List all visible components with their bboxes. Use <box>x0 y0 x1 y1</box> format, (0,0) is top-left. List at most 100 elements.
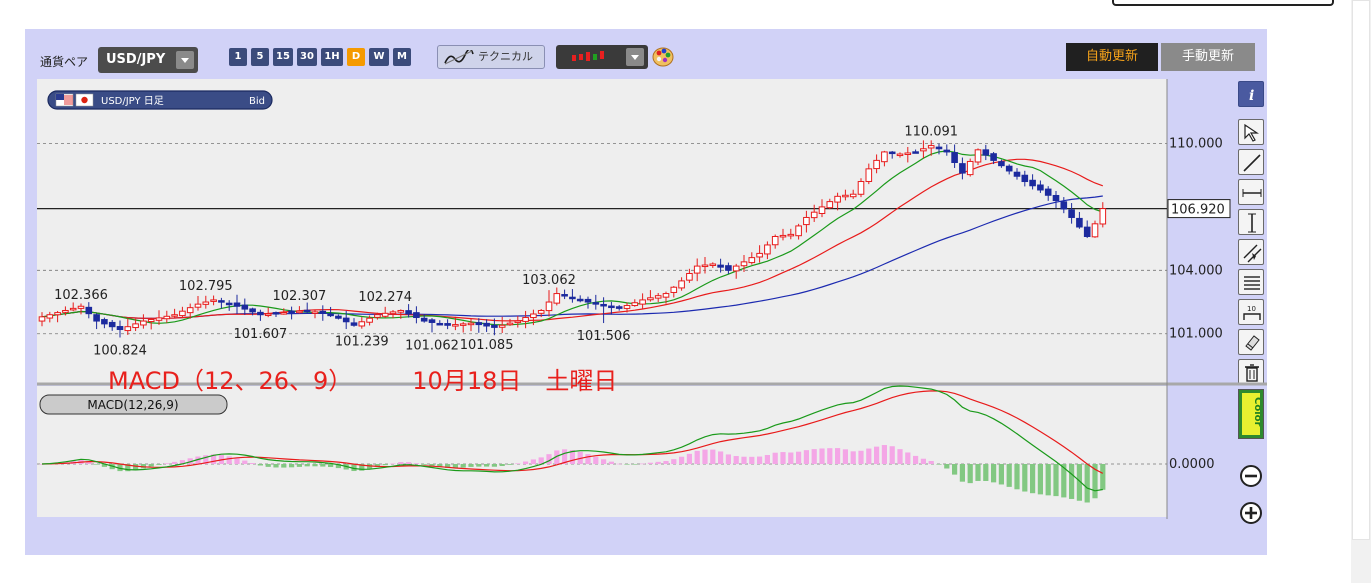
macd-histogram-bar <box>1045 464 1051 496</box>
macd-histogram-bar <box>749 456 755 464</box>
macd-histogram-bar <box>156 464 162 465</box>
candle-body <box>132 323 139 329</box>
timeframe-button-1h[interactable]: 1H <box>321 48 343 66</box>
price-annotation-label: 100.824 <box>93 343 147 358</box>
jp-flag-icon-sun <box>81 96 88 104</box>
timeframe-button-1[interactable]: 1 <box>229 48 247 66</box>
candle-body <box>584 298 592 303</box>
timeframe-button-w[interactable]: W <box>369 48 389 66</box>
technical-label: テクニカル <box>478 50 533 63</box>
candle-body <box>990 153 997 161</box>
macd-histogram-bar <box>1037 464 1043 495</box>
date-tick-label: 09/10 <box>817 523 854 524</box>
timeframe-button-5[interactable]: 5 <box>251 48 269 66</box>
candle-body <box>85 306 93 315</box>
candle-body <box>163 315 171 320</box>
candle-body <box>943 149 951 153</box>
date-tick-label: 07/22 <box>503 523 540 524</box>
chart-type-select[interactable] <box>556 45 648 69</box>
macd-histogram-bar <box>1100 464 1106 490</box>
macd-histogram-bar <box>296 464 302 467</box>
candle-body <box>623 305 631 309</box>
date-tick-label: 09/23 <box>896 523 933 524</box>
candle-body <box>795 225 802 237</box>
macd-histogram-bar <box>265 464 271 467</box>
candle-body <box>389 311 397 315</box>
candle-body <box>249 308 256 313</box>
price-badge-symbol: USD/JPY 日足 <box>101 95 164 107</box>
macd-histogram-bar <box>148 464 154 467</box>
date-tick-label: 06/26 <box>346 523 383 524</box>
candle-body <box>140 320 147 326</box>
candle-body <box>592 302 600 305</box>
candle-body <box>93 314 100 322</box>
pair-select[interactable]: USD/JPY <box>98 47 198 73</box>
scrollbar-thumb[interactable] <box>1352 0 1370 540</box>
pair-value: USD/JPY <box>106 52 166 67</box>
candle-body <box>1099 208 1107 225</box>
candle-body <box>342 317 350 323</box>
candle-body <box>1060 201 1068 210</box>
technical-button[interactable]: テクニカル <box>437 45 545 69</box>
macd-histogram-bar <box>905 452 911 464</box>
macd-histogram-bar <box>866 448 872 464</box>
macd-histogram-bar <box>624 464 630 465</box>
candle-body <box>935 146 943 150</box>
candle-body <box>709 263 717 266</box>
zoom-in-icon[interactable] <box>1239 501 1263 525</box>
candle-body <box>756 252 763 258</box>
price-annotation-label: 101.062 <box>405 338 459 353</box>
price-annotation-label: 101.506 <box>577 329 631 344</box>
candle-body <box>1083 226 1091 237</box>
macd-histogram-bar <box>889 446 895 464</box>
timeframe-button-15[interactable]: 15 <box>273 48 293 66</box>
candle-body <box>873 159 880 170</box>
candle-body <box>803 216 810 226</box>
macd-histogram-bar <box>897 449 903 464</box>
candle-body <box>210 299 217 302</box>
top-button[interactable] <box>1112 0 1334 6</box>
candle-body <box>771 235 779 246</box>
candle-body <box>1068 209 1075 218</box>
timeframe-button-30[interactable]: 30 <box>297 48 317 66</box>
macd-histogram-bar <box>499 464 505 467</box>
macd-histogram-bar <box>507 464 513 465</box>
chevron-down-icon <box>626 48 644 66</box>
macd-histogram-bar <box>616 463 622 465</box>
candle-body <box>865 168 873 182</box>
candle-body <box>327 313 334 317</box>
macd-histogram-bar <box>764 454 770 464</box>
macd-histogram-bar <box>881 445 887 464</box>
macd-histogram-bar <box>741 456 747 464</box>
price-annotation-label: 102.366 <box>54 288 108 303</box>
macd-histogram-bar <box>468 464 474 467</box>
auto-update-button[interactable]: 自動更新 <box>1066 43 1158 71</box>
macd-histogram-bar <box>172 461 178 464</box>
macd-histogram-bar <box>710 449 716 464</box>
candle-body <box>296 310 303 314</box>
macd-histogram-bar <box>671 459 677 464</box>
zoom-out-icon[interactable] <box>1239 464 1263 488</box>
candle-body <box>810 211 818 219</box>
timeframe-button-d[interactable]: D <box>347 48 365 66</box>
macd-histogram-bar <box>702 449 708 464</box>
candle-body <box>959 163 966 174</box>
macd-histogram-bar <box>788 452 794 464</box>
candle <box>974 148 982 165</box>
macd-histogram-bar <box>273 464 279 468</box>
candle-body <box>1013 171 1021 177</box>
timeframe-button-m[interactable]: M <box>393 48 411 66</box>
macd-histogram-bar <box>1053 464 1059 497</box>
candle-body <box>896 153 904 157</box>
palette-icon[interactable] <box>651 44 677 70</box>
candle-body <box>608 305 615 309</box>
macd-histogram-bar <box>780 452 786 464</box>
price-annotation-label: 102.274 <box>358 290 412 305</box>
candle-body <box>1052 194 1060 202</box>
candle-body <box>966 160 974 176</box>
candle-body <box>818 206 826 214</box>
candle-body <box>849 193 857 198</box>
price-chart[interactable]: 101.000 104.000 110.000 106.920 102.366 100.8… <box>37 79 1267 524</box>
candle-body <box>678 280 685 289</box>
manual-update-button[interactable]: 手動更新 <box>1161 43 1255 71</box>
